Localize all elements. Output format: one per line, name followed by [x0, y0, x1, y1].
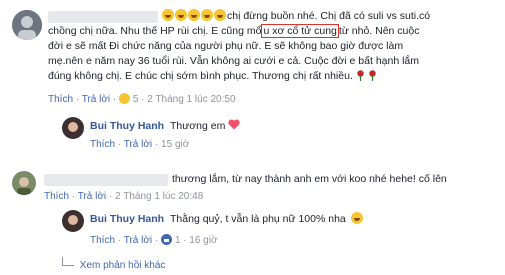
like-reaction-icon[interactable]: [161, 234, 173, 245]
like-link[interactable]: Thích: [48, 94, 73, 105]
comment-actions: Thích · Trả lời · 5 · 2 Tháng 1 lúc 20:5…: [48, 93, 236, 105]
laugh-emoji-icon: [162, 9, 227, 22]
commenter-avatar[interactable]: [12, 171, 36, 195]
avatar-image: [12, 171, 36, 195]
heart-icon: [228, 119, 240, 130]
commenter-name-redacted: [44, 174, 168, 186]
timestamp[interactable]: 2 Tháng 1 lúc 20:48: [115, 191, 203, 202]
reply-actions: Thích · Trả lời · 1 · 16 giờ: [90, 234, 218, 246]
comment-text: chồng chị nữa. Nhu thế HP rùi chị. E cũn…: [48, 24, 420, 38]
reply-text: Bui Thuy Hanh Thằng quỷ, t vẫn là phụ nữ…: [90, 212, 364, 226]
like-link[interactable]: Thích: [44, 191, 69, 202]
comment-text: chị đừng buồn nhé. Chị đã có suli vs sut…: [162, 9, 430, 23]
timestamp[interactable]: 15 giờ: [161, 139, 189, 150]
sad-reaction-icon[interactable]: [119, 93, 131, 104]
author-name[interactable]: Bui Thuy Hanh: [90, 120, 164, 132]
reply-actions: Thích · Trả lời · 15 giờ: [90, 139, 190, 150]
reply-text: Bui Thuy Hanh Thương em: [90, 119, 240, 133]
commenter-avatar[interactable]: [12, 10, 42, 40]
comment-text: đúng không chị. E chúc chị sớm bình phục…: [48, 69, 377, 83]
reaction-count[interactable]: 5: [133, 94, 139, 105]
highlighted-text: u xơ cổ tử cung: [261, 24, 339, 38]
comment-actions: Thích · Trả lời · 2 Tháng 1 lúc 20:48: [44, 191, 204, 202]
comment-text: thương lắm, từ nay thành anh em với koo …: [172, 173, 447, 185]
avatar-image: [62, 210, 84, 232]
like-link[interactable]: Thích: [90, 139, 115, 150]
timestamp[interactable]: 2 Tháng 1 lúc 20:50: [147, 94, 235, 105]
more-replies-link[interactable]: Xem phản hồi khác: [62, 257, 165, 271]
wink-emoji-icon: [350, 212, 363, 224]
comment-text: đời e sẽ mất Đi chức năng của người phụ …: [48, 40, 404, 52]
timestamp[interactable]: 16 giờ: [189, 235, 217, 246]
author-avatar[interactable]: [62, 210, 84, 232]
avatar-image: [12, 10, 42, 40]
reply-arrow-icon: [62, 257, 74, 266]
comment-text: mẹ.nên e năm nay 36 tuổi rùi. Vẫn không …: [48, 55, 420, 67]
reply-link[interactable]: Trả lời: [124, 235, 152, 246]
avatar-image: [62, 117, 84, 139]
reply-link[interactable]: Trả lời: [82, 94, 110, 105]
like-count[interactable]: 1: [175, 235, 181, 246]
like-link[interactable]: Thích: [90, 235, 115, 246]
reply-link[interactable]: Trả lời: [78, 191, 106, 202]
commenter-name-redacted: [48, 11, 158, 23]
author-name[interactable]: Bui Thuy Hanh: [90, 213, 164, 225]
author-avatar[interactable]: [62, 117, 84, 139]
rose-icon: [369, 70, 376, 81]
rose-icon: [357, 70, 364, 81]
reply-link[interactable]: Trả lời: [124, 139, 152, 150]
